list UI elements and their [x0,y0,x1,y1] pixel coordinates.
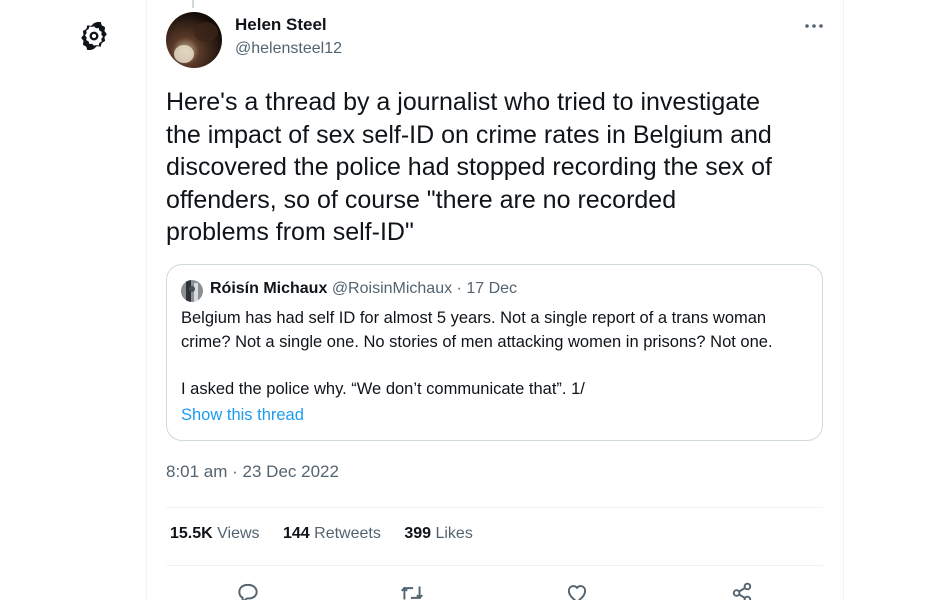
views-stat[interactable]: 15.5K Views [170,525,260,543]
share-button[interactable] [729,580,755,600]
avatar-image [166,12,222,68]
thread-connector-line [192,0,194,8]
retweets-stat[interactable]: 144 Retweets [283,525,381,543]
tweet-page: Helen Steel @helensteel12 Here's a threa… [0,0,929,600]
quoted-tweet[interactable]: Róisín Michaux @RoisinMichaux · 17 Dec B… [166,264,823,441]
avatar-image [181,280,203,302]
share-icon [732,582,752,600]
retweet-button[interactable] [399,580,425,600]
more-horizontal-icon [805,24,823,28]
column-border [146,0,147,600]
views-label: Views [217,525,260,542]
reply-icon [238,583,258,600]
author-avatar[interactable] [166,12,222,68]
likes-count: 399 [404,525,432,542]
like-button[interactable] [564,580,590,600]
retweets-label: Retweets [314,525,381,542]
tweet-text: Here's a thread by a journalist who trie… [166,88,772,247]
settings-button[interactable] [80,21,108,51]
more-button[interactable] [802,14,826,38]
heart-icon [567,585,587,600]
views-count: 15.5K [170,525,213,542]
tweet-timestamp[interactable]: 8:01 am · 23 Dec 2022 [166,462,339,482]
quote-text: Belgium has had self ID for almost 5 yea… [181,309,773,398]
quote-date: 17 Dec [466,280,518,297]
reply-button[interactable] [235,580,261,600]
column-border [843,0,844,600]
divider [166,565,823,566]
quote-author-name: Róisín Michaux [210,280,328,297]
author-name[interactable]: Helen Steel [235,15,327,35]
tweet-stats: 15.5K Views 144 Retweets 399 Likes [170,525,492,543]
likes-stat[interactable]: 399 Likes [404,525,473,543]
show-thread-link[interactable]: Show this thread [181,406,304,425]
quote-author-handle: @RoisinMichaux [331,280,453,297]
quote-header: Róisín Michaux @RoisinMichaux · 17 Dec [210,280,517,298]
quote-separator: · [456,280,462,297]
gear-icon [81,21,107,51]
likes-label: Likes [435,525,473,542]
retweets-count: 144 [283,525,310,542]
retweet-icon [401,586,423,600]
divider [166,507,823,508]
author-handle[interactable]: @helensteel12 [235,40,342,58]
quote-avatar [181,280,203,302]
